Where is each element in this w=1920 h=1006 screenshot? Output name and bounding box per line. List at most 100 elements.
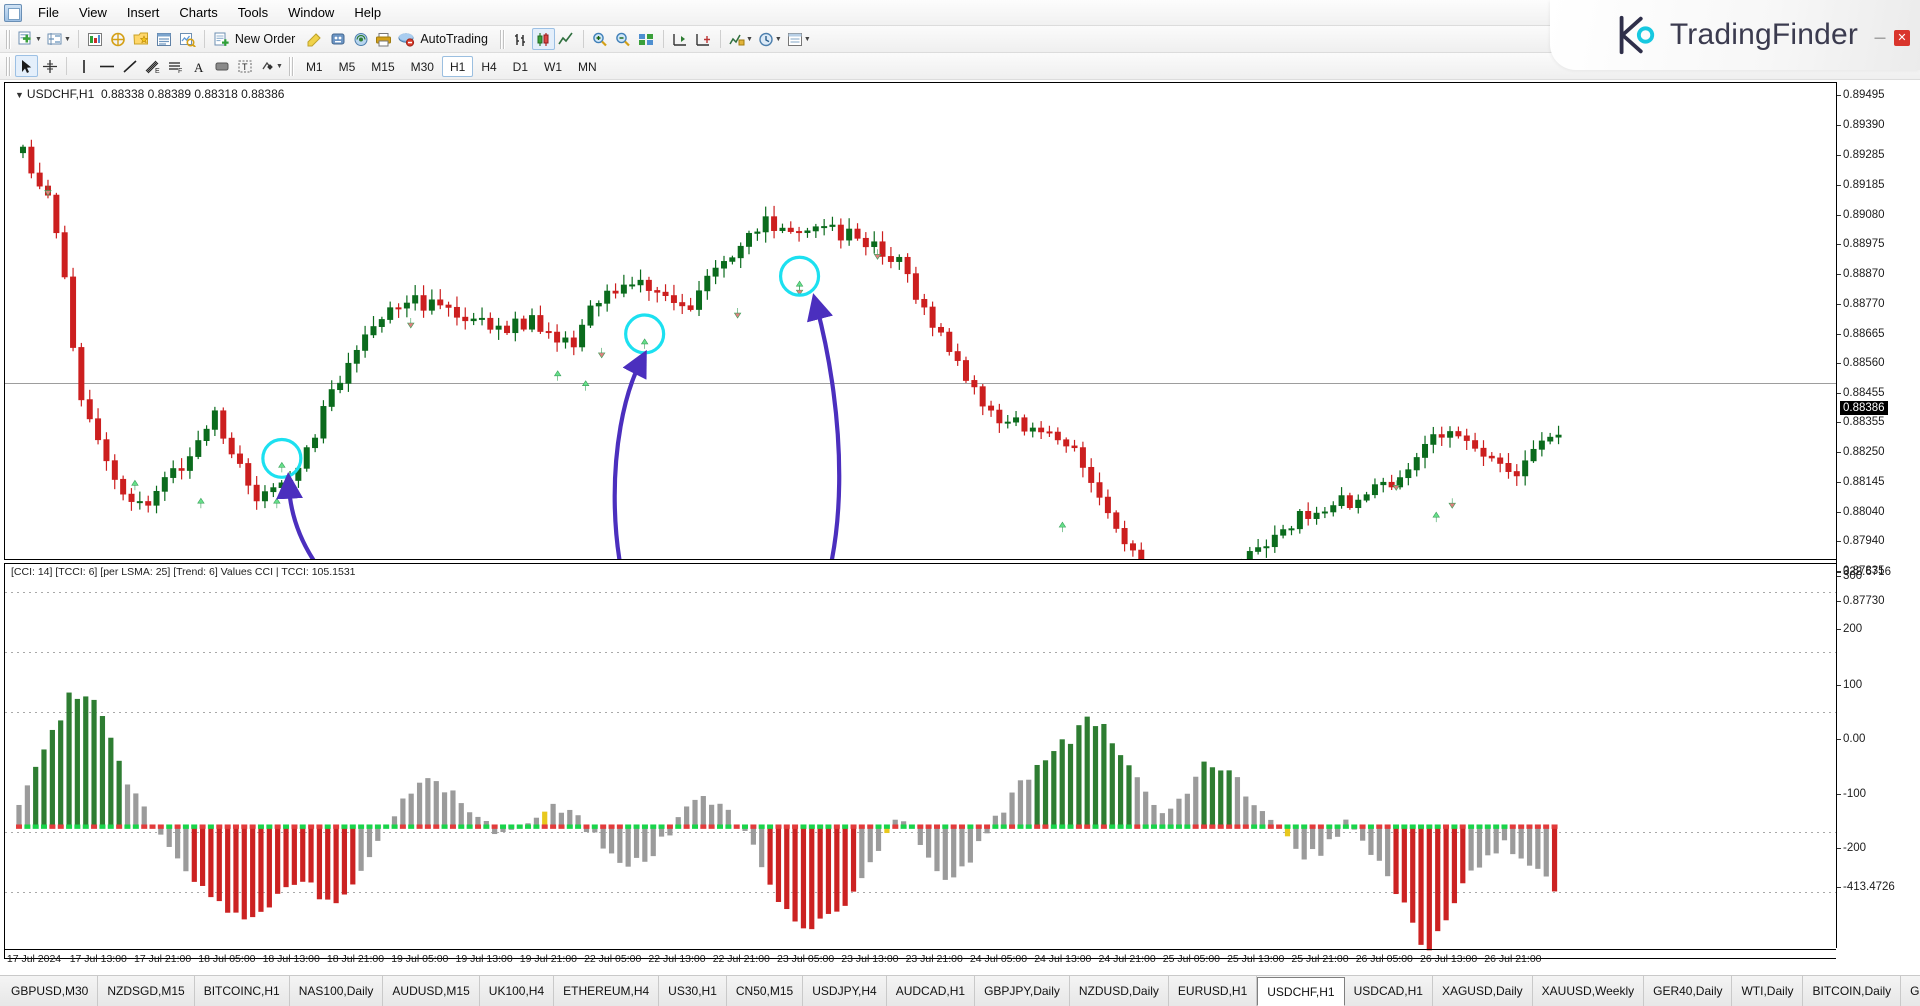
strategy-tester-icon[interactable] <box>176 28 199 50</box>
periods-dropdown-icon[interactable]: ▼ <box>775 36 782 43</box>
chart-tab[interactable]: NZDUSD,Daily <box>1070 976 1169 1006</box>
zoom-in-icon[interactable] <box>589 28 612 50</box>
timeframe-m30[interactable]: M30 <box>403 56 442 77</box>
market-watch-icon[interactable] <box>84 28 107 50</box>
menu-item-view[interactable]: View <box>69 2 117 23</box>
chart-tab[interactable]: WTI,Daily <box>1732 976 1803 1006</box>
close-button[interactable]: ✕ <box>1894 30 1910 46</box>
chart-area[interactable]: ▼USDCHF,H1 0.88338 0.88389 0.88318 0.883… <box>0 80 1920 975</box>
chart-tab[interactable]: GBPUSD,M30 <box>2 976 98 1006</box>
menu-item-tools[interactable]: Tools <box>228 2 278 23</box>
toolbar-separator <box>66 57 67 75</box>
toolbar-grip[interactable] <box>499 30 506 49</box>
price-axis-tick: 0.88355 <box>1843 416 1885 428</box>
menu-item-help[interactable]: Help <box>344 2 391 23</box>
chart-tab[interactable]: EURUSD,H1 <box>1169 976 1257 1006</box>
toolbar-grip[interactable] <box>5 57 12 76</box>
vertical-line-icon[interactable] <box>72 55 95 77</box>
trendline-icon[interactable] <box>118 55 141 77</box>
chart-tab[interactable]: XAUUSD,Weekly <box>1533 976 1644 1006</box>
tile-windows-icon[interactable] <box>635 28 658 50</box>
indicator-axis-tick: -100 <box>1843 788 1866 800</box>
chart-tab[interactable]: BITCOIN,Daily <box>1803 976 1901 1006</box>
price-axis[interactable]: 0.894950.893900.892850.891850.890800.889… <box>1836 82 1920 948</box>
chart-tab[interactable]: GER40,Daily <box>1644 976 1732 1006</box>
fibonacci-icon[interactable]: F <box>164 55 187 77</box>
timeframe-w1[interactable]: W1 <box>536 56 570 77</box>
candlestick-icon[interactable] <box>532 28 555 50</box>
text-icon[interactable]: A <box>187 55 210 77</box>
new-order-icon[interactable] <box>210 28 233 50</box>
toolbar-separator <box>663 30 664 48</box>
chart-tab[interactable]: CN50,M15 <box>727 976 803 1006</box>
chart-tab[interactable]: AUDUSD,M15 <box>383 976 479 1006</box>
new-order-label[interactable]: New Order <box>233 32 303 46</box>
chart-tab[interactable]: XAGUSD,Daily <box>1433 976 1533 1006</box>
indicator-axis-tick: 0.00 <box>1843 733 1865 745</box>
time-axis-tick: 26 Jul 21:00 <box>1484 953 1541 965</box>
chart-tab[interactable]: USDCAD,H1 <box>1345 976 1433 1006</box>
auto-scroll-icon[interactable] <box>669 28 692 50</box>
autotrading-label[interactable]: AutoTrading <box>418 32 496 46</box>
timeframe-mn[interactable]: MN <box>570 56 605 77</box>
chart-tab[interactable]: NAS100,Daily <box>290 976 384 1006</box>
timeframe-h1[interactable]: H1 <box>442 56 473 77</box>
textbox-icon[interactable]: T <box>233 55 256 77</box>
toolbar-separator <box>583 30 584 48</box>
expert-advisors-icon[interactable] <box>326 28 349 50</box>
bar-chart-icon[interactable] <box>509 28 532 50</box>
indicator-pane[interactable]: [CCI: 14] [TCCI: 6] [per LSMA: 25] [Tren… <box>4 563 1836 959</box>
crosshair-icon[interactable] <box>38 55 61 77</box>
time-axis-tick: 22 Jul 21:00 <box>713 953 770 965</box>
menu-item-file[interactable]: File <box>28 2 69 23</box>
timeframe-m1[interactable]: M1 <box>298 56 331 77</box>
chart-tab[interactable]: NZDSGD,M15 <box>98 976 194 1006</box>
time-axis-tick: 18 Jul 05:00 <box>198 953 255 965</box>
autotrading-icon[interactable] <box>395 28 418 50</box>
time-axis-tick: 25 Jul 13:00 <box>1227 953 1284 965</box>
chart-tab[interactable]: BITCOINC,H1 <box>195 976 290 1006</box>
chart-tab[interactable]: USDJPY,H4 <box>803 976 886 1006</box>
timeframe-m5[interactable]: M5 <box>331 56 364 77</box>
svg-text:T: T <box>242 62 248 72</box>
chart-tab[interactable]: GBPJPY,Daily <box>975 976 1070 1006</box>
line-chart-icon[interactable] <box>555 28 578 50</box>
toolbar-grip[interactable] <box>288 57 295 76</box>
profiles-dropdown-icon[interactable]: ▼ <box>64 36 71 43</box>
price-axis-tick: 0.89390 <box>1843 119 1885 131</box>
chart-tab[interactable]: AUDCAD,H1 <box>887 976 975 1006</box>
price-axis-tick: 0.88770 <box>1843 298 1885 310</box>
horizontal-line-icon[interactable] <box>95 55 118 77</box>
chart-tab[interactable]: US30,H1 <box>659 976 727 1006</box>
menu-item-window[interactable]: Window <box>278 2 344 23</box>
price-axis-tick: 0.88870 <box>1843 268 1885 280</box>
new-chart-dropdown-icon[interactable]: ▼ <box>35 36 42 43</box>
timeframe-m15[interactable]: M15 <box>363 56 402 77</box>
chart-tab[interactable]: UK100,H4 <box>480 976 554 1006</box>
price-pane[interactable]: ▼USDCHF,H1 0.88338 0.88389 0.88318 0.883… <box>4 82 1836 560</box>
shapes-dropdown-icon[interactable]: ▼ <box>276 63 283 70</box>
signals-icon[interactable] <box>349 28 372 50</box>
chart-shift-icon[interactable] <box>692 28 715 50</box>
metaeditor-icon[interactable] <box>303 28 326 50</box>
menu-item-charts[interactable]: Charts <box>169 2 227 23</box>
chart-tab[interactable]: GE <box>1901 976 1920 1006</box>
navigator-icon[interactable] <box>107 28 130 50</box>
templates-dropdown-icon[interactable]: ▼ <box>804 36 811 43</box>
equidistant-channel-icon[interactable]: E <box>141 55 164 77</box>
indicators-dropdown-icon[interactable]: ▼ <box>746 36 753 43</box>
cursor-icon[interactable] <box>15 55 38 77</box>
print-icon[interactable] <box>372 28 395 50</box>
minimize-button[interactable]: — <box>1872 30 1888 46</box>
chart-tab[interactable]: USDCHF,H1 <box>1257 977 1344 1006</box>
timeframe-d1[interactable]: D1 <box>505 56 536 77</box>
toolbar-grip[interactable] <box>5 30 12 49</box>
menu-item-insert[interactable]: Insert <box>117 2 170 23</box>
time-axis-tick: 25 Jul 21:00 <box>1291 953 1348 965</box>
timeframe-h4[interactable]: H4 <box>473 56 504 77</box>
terminal-icon[interactable] <box>153 28 176 50</box>
favorites-icon[interactable] <box>130 28 153 50</box>
label-icon[interactable] <box>210 55 233 77</box>
zoom-out-icon[interactable] <box>612 28 635 50</box>
chart-tab[interactable]: ETHEREUM,H4 <box>554 976 659 1006</box>
